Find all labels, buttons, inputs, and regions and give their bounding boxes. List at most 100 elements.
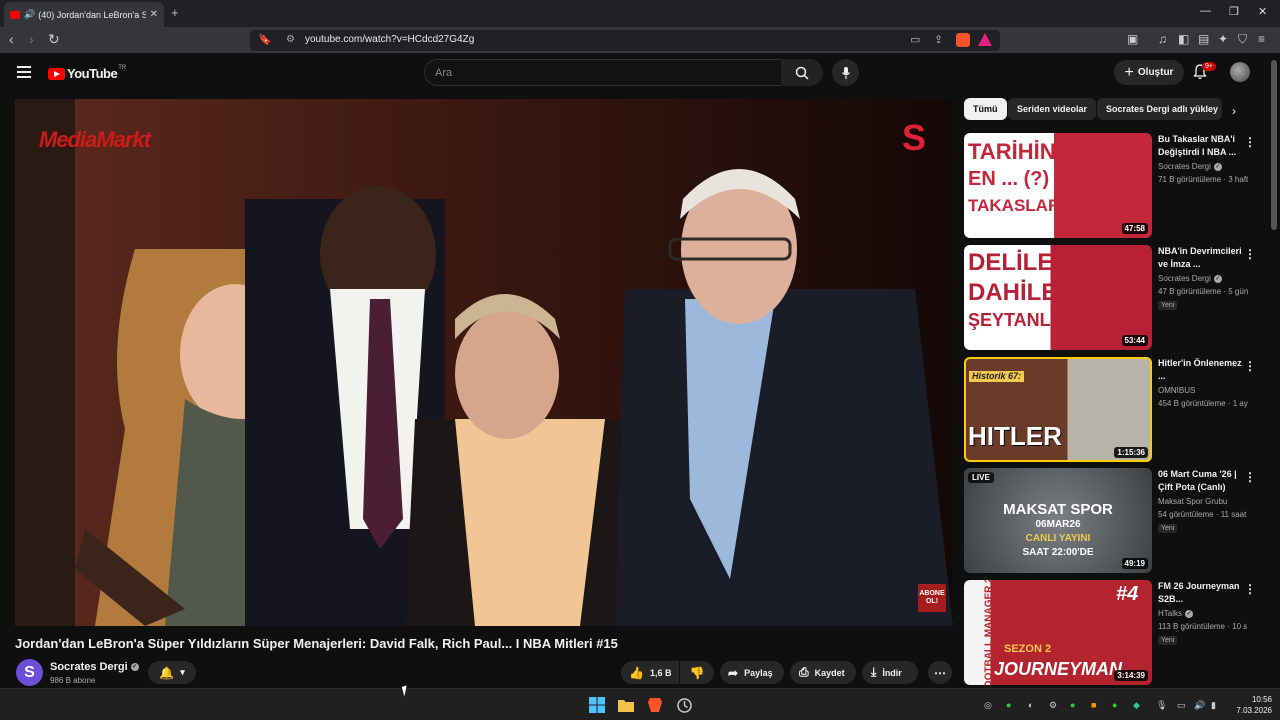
search-button[interactable] [781, 59, 823, 86]
video-thumbnail[interactable]: LIVE MAKSAT SPOR 06MAR26 CANLI YAYINI SA… [964, 468, 1152, 573]
search-input[interactable] [425, 60, 781, 85]
channel-avatar[interactable]: S [16, 659, 43, 686]
more-actions-button[interactable]: ⋯ [928, 661, 952, 684]
forward-icon[interactable]: › [29, 31, 34, 47]
list-item[interactable]: DELİLER DAHİLER ŞEYTANLAR 53:44 NBA'in D… [964, 245, 1264, 350]
system-clock[interactable]: 10:56 7.03.2026 [1228, 694, 1272, 716]
share-icon: ➦ [728, 665, 739, 680]
duration-badge: 47:58 [1121, 223, 1148, 234]
reader-icon[interactable]: ▣ [1127, 32, 1138, 46]
menu-icon[interactable]: ≡ [1258, 32, 1265, 46]
music-icon[interactable]: ♫ [1158, 32, 1167, 46]
hamburger-menu-icon[interactable] [17, 66, 31, 81]
voice-search-button[interactable] [832, 59, 859, 86]
sidebar-icon[interactable]: ◧ [1178, 32, 1189, 46]
site-info-icon[interactable]: ⚙ [286, 34, 295, 45]
more-vertical-icon[interactable]: ⋮ [1244, 247, 1256, 261]
rec-channel-name[interactable]: Maksat Spor Grubu [1158, 497, 1227, 506]
tray-app-icon[interactable]: ■ [1091, 700, 1096, 710]
list-item[interactable]: TARİHİN EN ... (?) TAKASLARI 47:58 Bu Ta… [964, 133, 1264, 238]
cast-icon[interactable]: ▭ [910, 33, 920, 46]
list-item[interactable]: LIVE MAKSAT SPOR 06MAR26 CANLI YAYINI SA… [964, 468, 1264, 573]
bell-icon: 🔔 [159, 665, 175, 680]
tray-app-icon[interactable]: ● [1006, 700, 1011, 710]
rec-title[interactable]: 06 Mart Cuma '26 | Çift Pota (Canlı) [1158, 468, 1246, 494]
back-icon[interactable]: ‹ [9, 31, 14, 47]
chip-series-videos[interactable]: Seriden videolar [1008, 98, 1097, 120]
brave-rewards-icon[interactable] [978, 33, 992, 46]
new-tab-button[interactable]: + [171, 5, 179, 20]
close-tab-icon[interactable]: ✕ [150, 9, 158, 20]
dislike-button[interactable]: 👎 [680, 661, 714, 684]
tray-app-icon[interactable]: ◎ [984, 700, 992, 711]
save-button[interactable]: ⎙ Kaydet [790, 661, 856, 684]
wallet-icon[interactable]: ▤ [1198, 32, 1209, 46]
more-vertical-icon[interactable]: ⋮ [1244, 359, 1256, 373]
url-text[interactable]: youtube.com/watch?v=HCdcd27G4Zg [305, 34, 474, 45]
youtube-logo[interactable]: YouTube TR [48, 65, 126, 81]
file-explorer-icon[interactable] [618, 698, 634, 712]
rec-channel-name[interactable]: HTalks [1158, 609, 1182, 618]
rec-channel-name[interactable]: Socrates Dergi [1158, 274, 1211, 283]
brave-browser-icon[interactable] [648, 697, 662, 713]
video-thumbnail[interactable]: Historik 67: HITLER 1:15:36 [964, 357, 1152, 462]
chip-channel-uploads[interactable]: Socrates Dergi adlı yükley [1097, 98, 1222, 120]
url-bar[interactable]: 🔖 ⚙ youtube.com/watch?v=HCdcd27G4Zg ▭ ⇪ [250, 30, 1000, 51]
more-vertical-icon[interactable]: ⋮ [1244, 582, 1256, 596]
rec-title[interactable]: NBA'in Devrimcileri ve İmza ... [1158, 245, 1246, 271]
windows-start-icon[interactable] [589, 697, 605, 713]
bookmark-icon[interactable]: 🔖 [258, 33, 272, 46]
download-label: İndir [882, 667, 902, 678]
tray-app-icon[interactable]: ◐ [1028, 700, 1033, 710]
share-button[interactable]: ➦ Paylaş [720, 661, 784, 684]
subscribed-bell-button[interactable]: 🔔 ▾ [148, 661, 196, 684]
tray-app-icon[interactable]: ⚙ [1049, 700, 1057, 711]
download-button[interactable]: ⤓ İndir [862, 661, 918, 684]
video-thumbnail[interactable]: FOOTBALL MANAGER 26 #4 SEZON 2 JOURNEYMA… [964, 580, 1152, 685]
rec-channel[interactable]: Socrates Dergi ✓ [1158, 162, 1222, 171]
more-vertical-icon[interactable]: ⋮ [1244, 135, 1256, 149]
chip-all[interactable]: Tümü [964, 98, 1007, 120]
video-thumbnail[interactable]: DELİLER DAHİLER ŞEYTANLAR 53:44 [964, 245, 1152, 350]
channel-name-text[interactable]: Socrates Dergi [50, 661, 128, 673]
create-button[interactable]: + Oluştur [1114, 60, 1184, 85]
channel-watermark[interactable]: S [902, 117, 932, 158]
rec-title[interactable]: Bu Takaslar NBA'i Değiştirdi I NBA ... [1158, 133, 1246, 159]
vpn-icon[interactable]: ⛉ [1238, 32, 1247, 47]
list-item[interactable]: Historik 67: HITLER 1:15:36 Hitler'in Ön… [964, 357, 1264, 462]
tray-app-icon[interactable]: ● [1070, 700, 1075, 710]
tray-app-icon[interactable]: ● [1112, 700, 1117, 710]
tray-app-icon[interactable]: ◆ [1133, 700, 1140, 711]
video-thumbnail[interactable]: TARİHİN EN ... (?) TAKASLARI 47:58 [964, 133, 1152, 238]
like-button[interactable]: 👍 1,6 B [621, 661, 679, 684]
video-player[interactable]: MediaMarkt S ABONE OL! [15, 99, 953, 626]
rec-title[interactable]: FM 26 Journeyman S2B... [1158, 580, 1246, 606]
browser-tab[interactable]: 🔊 (40) Jordan'dan LeBron'a Süp ✕ [4, 2, 164, 27]
volume-icon[interactable]: 🔊 [1194, 700, 1205, 711]
rec-channel[interactable]: HTalks ✓ [1158, 609, 1194, 618]
brave-shields-icon[interactable] [956, 33, 970, 47]
subscribe-overlay[interactable]: ABONE OL! [918, 584, 946, 612]
reload-icon[interactable]: ↻ [48, 31, 60, 48]
rec-channel-name[interactable]: OMNIBUS [1158, 386, 1195, 395]
list-item[interactable]: FOOTBALL MANAGER 26 #4 SEZON 2 JOURNEYMA… [964, 580, 1264, 685]
microphone-tray-icon[interactable]: 🎙 [1156, 700, 1167, 711]
avatar[interactable] [1230, 62, 1250, 82]
battery-icon[interactable]: ▮ [1211, 700, 1216, 711]
app-icon[interactable] [677, 698, 692, 713]
maximize-button[interactable]: ❐ [1229, 5, 1239, 18]
leo-ai-icon[interactable]: ✦ [1218, 32, 1228, 46]
channel-name[interactable]: Socrates Dergi ✓ [50, 661, 139, 673]
more-vertical-icon[interactable]: ⋮ [1244, 470, 1256, 484]
chevron-right-icon[interactable]: › [1232, 104, 1236, 118]
page-scrollbar[interactable] [1271, 60, 1277, 230]
network-icon[interactable]: ▭ [1177, 700, 1186, 711]
close-window-button[interactable]: ✕ [1258, 5, 1267, 18]
minimize-button[interactable]: — [1200, 5, 1211, 17]
share-page-icon[interactable]: ⇪ [934, 33, 943, 46]
rec-channel-name[interactable]: Socrates Dergi [1158, 162, 1211, 171]
rec-channel[interactable]: Socrates Dergi ✓ [1158, 274, 1222, 283]
speaker-icon[interactable]: 🔊 [24, 9, 35, 20]
verified-icon: ✓ [130, 663, 139, 672]
rec-title[interactable]: Hitler'in Önlenemez ... [1158, 357, 1246, 383]
